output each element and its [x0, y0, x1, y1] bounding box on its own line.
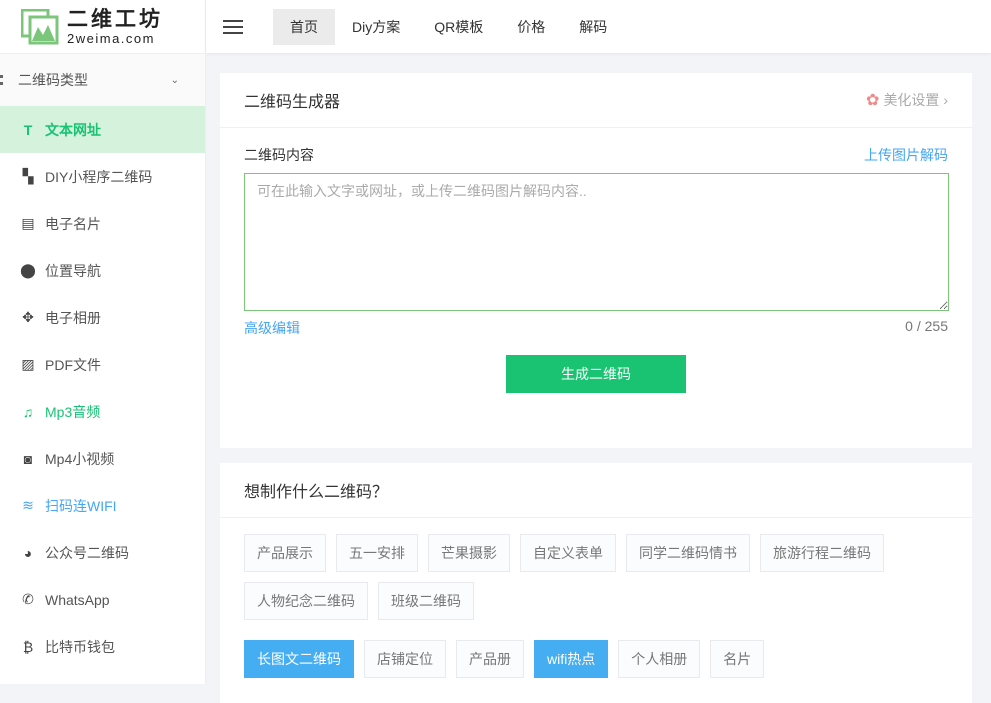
qr-type-group[interactable]: 二维码类型 ⌄ [0, 53, 205, 106]
idea-tag[interactable]: 人物纪念二维码 [244, 582, 368, 620]
sidebar-item-label: 公众号二维码 [45, 544, 129, 561]
idea-tag[interactable]: 旅游行程二维码 [760, 534, 884, 572]
sidebar-item-label: Mp3音频 [45, 403, 101, 420]
template-tag[interactable]: 长图文二维码 [244, 640, 354, 678]
logo-name: 二维工坊 [67, 7, 163, 31]
item-icon: ≋ [22, 497, 34, 513]
menu-icon[interactable] [223, 16, 243, 38]
chevron-down-icon: ⌄ [170, 74, 179, 86]
nav-tab[interactable]: QR模板 [417, 9, 500, 45]
item-icon: ♫ [22, 403, 34, 420]
sidebar: 二维工坊 2weima.com 二维码类型 ⌄ T 文本网址 ▚ DIY小程序二维码 ▤ 电子… [0, 0, 206, 684]
top-nav: 首页 Diy方案 QR模板 价格 解码 [273, 8, 624, 45]
nav-tab[interactable]: 首页 [273, 8, 335, 45]
content-input[interactable] [244, 173, 949, 311]
idea-tag[interactable]: 班级二维码 [378, 582, 474, 620]
item-icon: T [23, 121, 33, 138]
sidebar-item-label: PDF文件 [45, 356, 101, 373]
ideas-title: 想制作什么二维码？ [244, 484, 389, 501]
item-icon: ₿ [22, 638, 34, 655]
nav-tab[interactable]: 解码 [562, 9, 624, 45]
sidebar-item-label: 电子名片 [45, 215, 101, 232]
sidebar-item[interactable]: ✆ WhatsApp [0, 576, 205, 623]
template-tag[interactable]: 产品册 [456, 640, 524, 678]
beautify-label: 美化设置 › [883, 92, 948, 108]
sidebar-item[interactable]: ▨ PDF文件 [0, 341, 205, 388]
sidebar-item[interactable]: ₿ 比特币钱包 [0, 623, 205, 670]
sidebar-item-label: WhatsApp [45, 591, 110, 608]
group-label: 二维码类型 [18, 72, 88, 88]
sidebar-item-label: 比特币钱包 [45, 638, 115, 655]
sidebar-item[interactable]: ✥ 电子相册 [0, 294, 205, 341]
idea-tag[interactable]: 产品展示 [244, 534, 326, 572]
top-header: 首页 Diy方案 QR模板 价格 解码 [206, 0, 991, 53]
item-icon: ◕ [23, 544, 33, 561]
sidebar-item[interactable]: ≋ 扫码连WIFI [0, 482, 205, 529]
template-tag[interactable]: wifi热点 [534, 640, 609, 678]
item-icon: ▨ [21, 356, 35, 372]
item-icon: ✥ [22, 309, 34, 325]
idea-tag[interactable]: 五一安排 [336, 534, 418, 572]
upload-decode-link[interactable]: 上传图片解码 [864, 145, 948, 165]
item-icon: ⬤ [20, 262, 36, 278]
sidebar-item-label: Mp4小视频 [45, 450, 115, 467]
template-tag[interactable]: 店铺定位 [364, 640, 446, 678]
sidebar-item-label: 扫码连WIFI [45, 497, 117, 514]
sidebar-item[interactable]: ▚ DIY小程序二维码 [0, 153, 205, 200]
generator-card: 二维码生成器 ✿美化设置 › 二维码内容 上传图片解码 高级编辑 0 / 255 生成… [220, 73, 972, 448]
generate-button[interactable]: 生成二维码 [506, 355, 686, 393]
nav-tab[interactable]: 价格 [500, 9, 562, 45]
advanced-edit-link[interactable]: 高级编辑 [244, 318, 300, 338]
grip-icon [0, 75, 3, 85]
template-tag[interactable]: 名片 [710, 640, 765, 678]
sidebar-item[interactable]: ▤ 电子名片 [0, 200, 205, 247]
item-icon: ◙ [23, 450, 33, 467]
content-label: 二维码内容 [244, 147, 314, 163]
sidebar-item-label: 位置导航 [45, 262, 101, 279]
sidebar-item[interactable]: ◙ Mp4小视频 [0, 435, 205, 482]
beautify-link[interactable]: ✿ 美化设置 › [866, 90, 948, 110]
logo-domain: 2weima.com [67, 30, 155, 46]
item-icon: ▤ [21, 215, 35, 231]
sidebar-item[interactable]: ◕ 公众号二维码 [0, 529, 205, 576]
idea-tag[interactable]: 同学二维码情书 [626, 534, 750, 572]
generator-title: 二维码生成器 [244, 94, 341, 111]
item-icon: ▚ [22, 168, 34, 184]
idea-tag[interactable]: 芒果摄影 [428, 534, 510, 572]
sidebar-item-label: 电子相册 [45, 309, 101, 326]
item-icon: ✆ [22, 591, 34, 607]
char-count: 0 / 255 [905, 318, 948, 334]
nav-tab[interactable]: Diy方案 [335, 9, 417, 45]
sidebar-item[interactable]: T 文本网址 [0, 106, 205, 153]
logo-icon [21, 8, 59, 44]
template-tag[interactable]: 个人相册 [618, 640, 701, 678]
sidebar-item-label: DIY小程序二维码 [45, 168, 153, 185]
ideas-card: 想制作什么二维码？ 产品展示 五一安排 芒果摄影 自定义表单 同学二维码情书 旅游行程二维… [220, 463, 972, 703]
logo[interactable]: 二维工坊 2weima.com [0, 0, 205, 53]
idea-tag[interactable]: 自定义表单 [520, 534, 616, 572]
gear-icon: ✿ [866, 92, 880, 109]
sidebar-item-label: 文本网址 [45, 121, 101, 138]
sidebar-item[interactable]: ♫ Mp3音频 [0, 388, 205, 435]
sidebar-item[interactable]: ⬤ 位置导航 [0, 247, 205, 294]
